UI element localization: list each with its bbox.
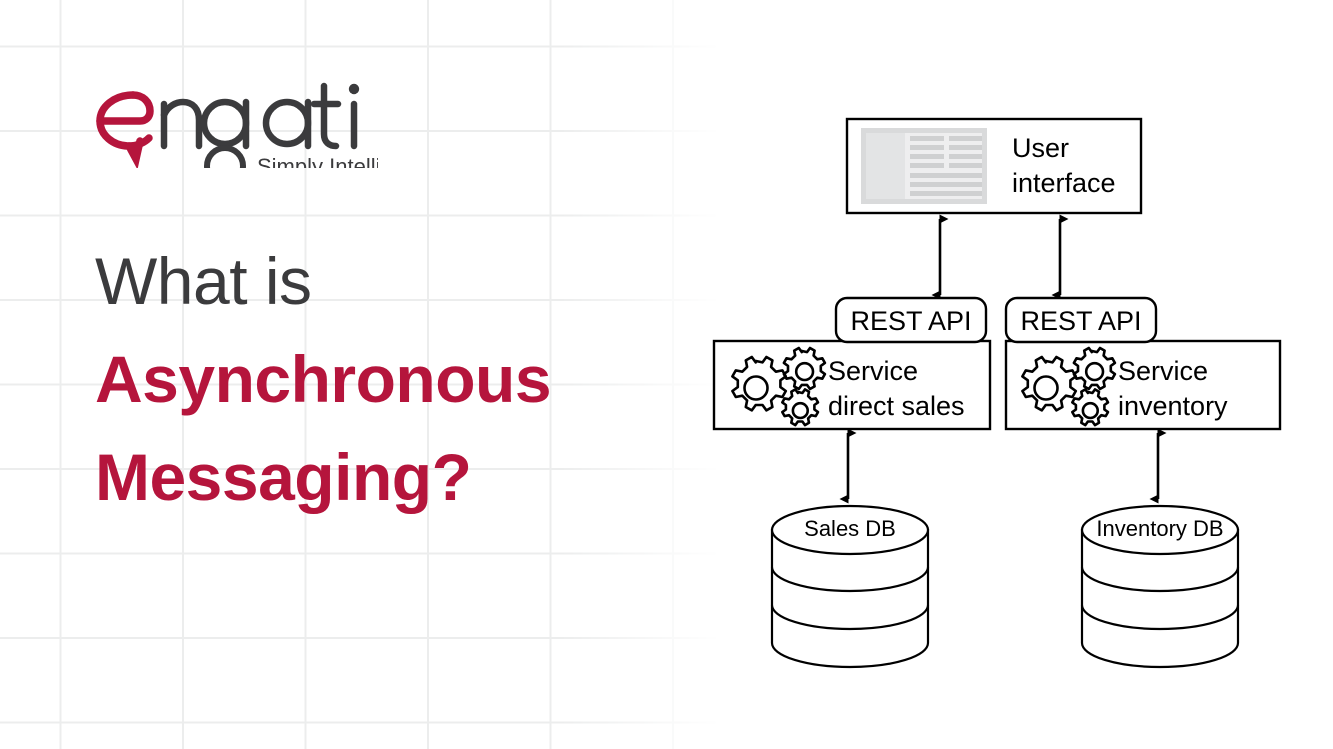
title-line-2: Asynchronous — [95, 342, 552, 416]
architecture-diagram: User interface Service direct sales Serv… — [700, 95, 1320, 675]
node-user-interface: User interface — [845, 117, 1143, 215]
node-service-inventory: Service inventory — [1004, 339, 1282, 431]
service-inventory-label-line1: Service — [1118, 356, 1208, 386]
sales-db-label: Sales DB — [804, 516, 896, 541]
logo-wordmark — [160, 82, 358, 150]
rest-api-right-label: REST API — [1020, 306, 1141, 336]
node-service-direct-sales: Service direct sales — [712, 339, 992, 431]
user-interface-label-line2: interface — [1012, 168, 1116, 198]
node-inventory-db: Inventory DB — [1080, 504, 1240, 669]
page-title: What is Asynchronous Messaging? — [95, 232, 695, 526]
title-line-3: Messaging? — [95, 440, 472, 514]
service-sales-label-line2: direct sales — [828, 391, 965, 421]
logo-tagline: Simply Intelligent — [257, 154, 378, 168]
wireframe-layout-icon — [861, 128, 987, 204]
user-interface-label-line1: User — [1012, 133, 1069, 163]
logo-mark-icon — [96, 91, 154, 168]
rest-api-left-label: REST API — [850, 306, 971, 336]
slide-canvas: Simply Intelligent What is Asynchronous … — [0, 0, 1333, 749]
title-line-1: What is — [95, 244, 312, 318]
node-sales-db: Sales DB — [770, 504, 930, 669]
node-rest-api-left: REST API — [834, 296, 988, 344]
engati-logo: Simply Intelligent — [88, 68, 378, 168]
node-rest-api-right: REST API — [1004, 296, 1158, 344]
inventory-db-label: Inventory DB — [1096, 516, 1223, 541]
logo-circle-icon — [204, 145, 246, 168]
service-inventory-label-line2: inventory — [1118, 391, 1228, 421]
service-sales-label-line1: Service — [828, 356, 918, 386]
logo-dot — [348, 83, 360, 95]
